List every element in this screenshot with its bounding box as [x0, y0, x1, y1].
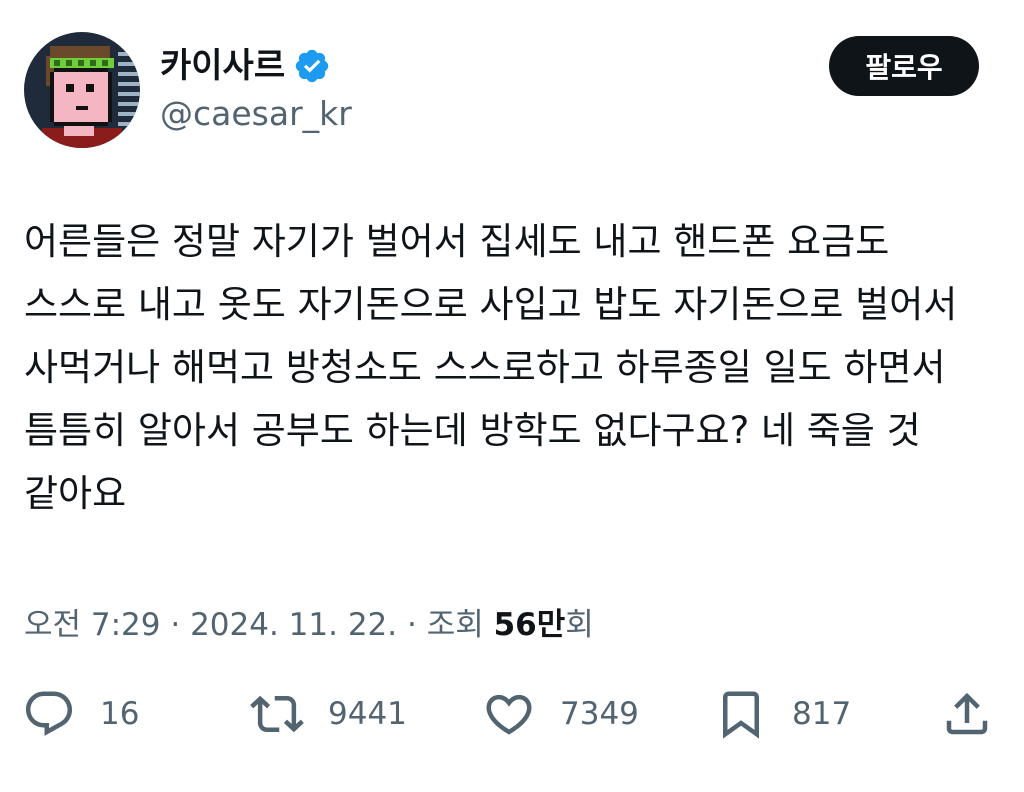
tweet-meta: 오전 7:29 · 2024. 11. 22. · 조회 56만회	[24, 600, 594, 650]
tweet-text: 어른들은 정말 자기가 벌어서 집세도 내고 핸드폰 요금도 스스로 내고 옷도…	[24, 220, 958, 515]
like-count: 7349	[560, 696, 639, 732]
reply-count: 16	[100, 696, 140, 732]
pixel-art-avatar-image	[24, 32, 140, 148]
bookmark-button[interactable]: 817	[714, 686, 851, 742]
avatar[interactable]	[24, 32, 140, 148]
verified-badge-icon	[293, 47, 331, 85]
retweet-button[interactable]: 9441	[250, 686, 407, 742]
views-count: 56만	[493, 607, 566, 643]
share-button[interactable]	[940, 686, 994, 742]
views-suffix: 회	[565, 607, 594, 643]
like-button[interactable]: 7349	[482, 686, 639, 742]
tweet-time[interactable]: 오전 7:29	[24, 607, 161, 643]
author-name-row[interactable]: 카이사르	[160, 44, 331, 88]
tweet-date[interactable]: 2024. 11. 22.	[190, 607, 397, 643]
meta-separator: ·	[160, 607, 191, 643]
author-handle[interactable]: @caesar_kr	[160, 92, 352, 136]
heart-icon	[482, 687, 536, 741]
bookmark-count: 817	[792, 696, 852, 732]
retweet-icon	[250, 687, 304, 741]
views-label: 조회	[426, 607, 494, 643]
reply-icon	[22, 687, 76, 741]
follow-button[interactable]: 팔로우	[829, 36, 979, 96]
retweet-count: 9441	[328, 696, 407, 732]
share-icon	[940, 687, 994, 741]
reply-button[interactable]: 16	[22, 686, 139, 742]
display-name[interactable]: 카이사르	[160, 44, 285, 88]
meta-separator: ·	[397, 607, 427, 643]
bookmark-icon	[714, 687, 768, 741]
